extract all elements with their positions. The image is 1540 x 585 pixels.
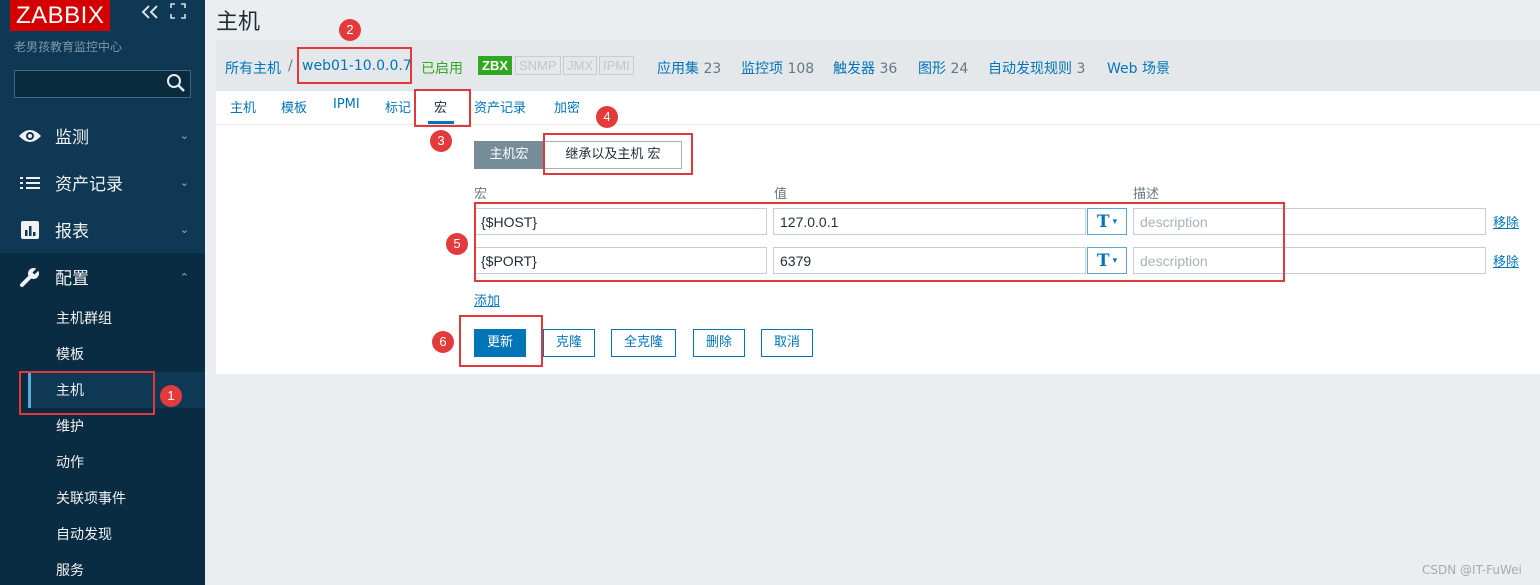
- breadcrumb-all-hosts[interactable]: 所有主机: [225, 58, 281, 78]
- menu-label: 监测: [55, 128, 89, 148]
- bar-chart-icon: [15, 220, 45, 239]
- link-items[interactable]: 监控项 108: [741, 58, 814, 78]
- chevron-up-icon: ⌃: [179, 271, 189, 284]
- column-header-value: 值: [774, 187, 788, 202]
- link-triggers[interactable]: 触发器 36: [833, 58, 897, 78]
- remove-macro-link[interactable]: 移除: [1493, 251, 1519, 270]
- watermark: CSDN @IT-FuWei: [1422, 563, 1522, 577]
- breadcrumb-separator: /: [288, 58, 293, 74]
- menu-configuration[interactable]: 配置 ⌃: [0, 253, 205, 300]
- link-applications[interactable]: 应用集 23: [657, 58, 721, 78]
- tab-encryption[interactable]: 加密: [554, 97, 580, 116]
- link-graphs[interactable]: 图形 24: [918, 58, 968, 78]
- menu-label: 报表: [55, 222, 89, 242]
- annotation-number: 5: [446, 233, 468, 255]
- chevron-down-icon: ⌄: [179, 223, 189, 236]
- tab-tags[interactable]: 标记: [385, 97, 411, 116]
- annotation-box-update-button: [459, 315, 543, 367]
- submenu-host-groups[interactable]: 主机群组: [28, 300, 205, 336]
- availability-ipmi-badge: IPMI: [599, 56, 634, 75]
- tab-inventory[interactable]: 资产记录: [474, 97, 526, 116]
- zabbix-logo[interactable]: ZABBIX: [10, 0, 111, 31]
- menu-label: 资产记录: [55, 175, 123, 195]
- availability-jmx-badge: JMX: [563, 56, 597, 75]
- availability-zbx-badge: ZBX: [478, 56, 512, 75]
- annotation-box-macro-rows: [474, 202, 1285, 282]
- delete-button[interactable]: 删除: [693, 329, 746, 357]
- link-discovery-rules[interactable]: 自动发现规则 3: [988, 58, 1085, 78]
- breadcrumb: 所有主机 / web01-10.0.0.7 已启用 ZBX SNMP JMX I…: [216, 40, 1540, 90]
- configuration-submenu: 主机群组 模板 主机 维护 动作 关联项事件 自动发现 服务: [0, 300, 205, 585]
- host-status-enabled[interactable]: 已启用: [421, 58, 463, 78]
- sidebar: ZABBIX 老男孩教育监控中心 监测 ⌄ 资产记录 ⌄ 报表 ⌄ 配置 ⌃ 主…: [0, 0, 205, 585]
- kiosk-icon[interactable]: [170, 3, 186, 25]
- clone-button[interactable]: 克隆: [543, 329, 596, 357]
- tab-host[interactable]: 主机: [230, 97, 256, 116]
- annotation-box-inherited-toggle: [543, 133, 693, 175]
- add-macro-link[interactable]: 添加: [474, 290, 500, 309]
- availability-snmp-badge: SNMP: [515, 56, 561, 75]
- host-macros-toggle[interactable]: 主机宏: [474, 141, 544, 169]
- full-clone-button[interactable]: 全克隆: [611, 329, 677, 357]
- org-name: 老男孩教育监控中心: [14, 40, 123, 54]
- remove-macro-link[interactable]: 移除: [1493, 212, 1519, 231]
- submenu-services[interactable]: 服务: [28, 552, 205, 585]
- annotation-number: 3: [430, 130, 452, 152]
- submenu-event-correlation[interactable]: 关联项事件: [28, 480, 205, 516]
- annotation-box-host-name: [297, 47, 412, 84]
- link-web-scenarios[interactable]: Web 场景: [1107, 58, 1170, 78]
- annotation-number: 6: [432, 331, 454, 353]
- menu-monitoring[interactable]: 监测 ⌄: [0, 112, 205, 159]
- eye-icon: [15, 128, 45, 144]
- menu-inventory[interactable]: 资产记录 ⌄: [0, 159, 205, 206]
- annotation-number: 2: [339, 19, 361, 41]
- cancel-button[interactable]: 取消: [761, 329, 814, 357]
- column-header-macro: 宏: [474, 187, 488, 202]
- annotation-box-hosts-menu: [19, 371, 155, 415]
- annotation-number: 4: [596, 106, 618, 128]
- page-title: 主机: [216, 10, 261, 35]
- submenu-discovery[interactable]: 自动发现: [28, 516, 205, 552]
- menu-label: 配置: [55, 269, 89, 289]
- submenu-actions[interactable]: 动作: [28, 444, 205, 480]
- chevron-down-icon: ⌄: [179, 176, 189, 189]
- annotation-box-macros-tab: [414, 89, 471, 127]
- tab-templates[interactable]: 模板: [281, 97, 307, 116]
- menu-reports[interactable]: 报表 ⌄: [0, 206, 205, 253]
- list-icon: [15, 176, 45, 190]
- search-icon[interactable]: [166, 73, 186, 93]
- double-chevron-left-icon[interactable]: [141, 3, 159, 25]
- tab-ipmi[interactable]: IPMI: [333, 97, 360, 112]
- chevron-down-icon: ⌄: [179, 129, 189, 142]
- submenu-templates[interactable]: 模板: [28, 336, 205, 372]
- annotation-number: 1: [160, 385, 182, 407]
- sidebar-search-input[interactable]: [14, 70, 191, 98]
- column-header-description: 描述: [1133, 187, 1160, 202]
- wrench-icon: [15, 266, 45, 288]
